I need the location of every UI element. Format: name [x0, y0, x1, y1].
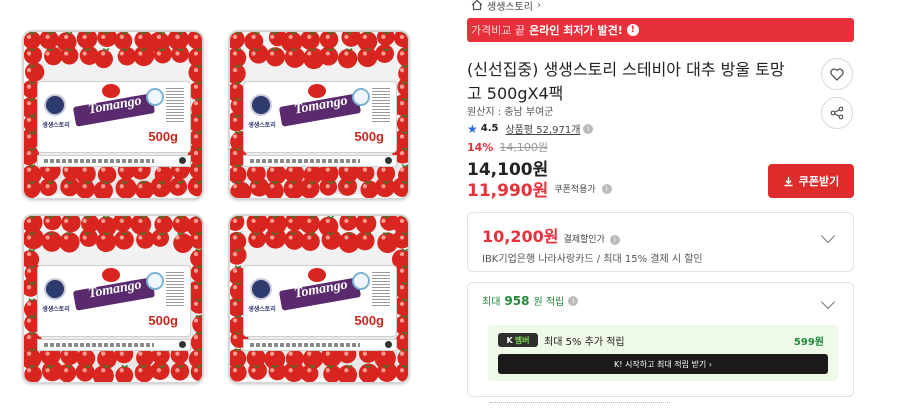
certification-badge-icon — [146, 88, 164, 106]
package-label: 생생스토리 Tomango 500g — [38, 266, 190, 336]
package-label: 생생스토리 Tomango 500g — [244, 82, 396, 152]
get-coupon-button[interactable]: 쿠폰받기 — [768, 164, 854, 198]
points-prefix: 최대 — [482, 297, 501, 308]
points-amount: 958 — [504, 293, 530, 308]
heart-icon — [830, 67, 844, 81]
nutrition-info-graphic — [166, 88, 184, 124]
info-icon[interactable]: i — [601, 183, 612, 194]
start-membership-button[interactable]: K! 시작하고 최대 적립 받기 › — [498, 354, 828, 374]
exclamation-icon: ! — [626, 24, 639, 36]
certification-badge-icon — [352, 272, 370, 290]
points-row: 최대 958 원 적립 i — [482, 293, 579, 308]
payment-discount-description: IBK기업은행 나라사랑카드 / 최대 15% 결제 시 할인 — [482, 254, 703, 265]
rating-row[interactable]: ★ 4.5 상품평 52,971개 i — [467, 121, 594, 136]
chevron-right-icon: › — [537, 0, 541, 11]
chevron-down-icon[interactable] — [820, 228, 836, 244]
membership-badge: K 멤버 — [498, 333, 538, 347]
share-icon — [830, 106, 844, 120]
share-button[interactable] — [821, 97, 853, 129]
package-weight: 500g — [354, 313, 384, 328]
discount-row: 14% 14,100원 — [467, 139, 548, 155]
tomato-icon — [102, 268, 120, 282]
info-icon[interactable]: i — [568, 295, 579, 306]
coupon-price-label: 쿠폰적용가 — [554, 185, 596, 195]
original-price: 14,100원 — [499, 141, 548, 154]
brand-emblem-icon — [250, 278, 272, 300]
breadcrumb[interactable]: 생생스토리 › — [471, 0, 541, 14]
tomato-pack: 생생스토리 Tomango 500g — [22, 30, 204, 200]
tomato-icon — [308, 84, 326, 98]
banner-prefix: 가격비교 끝 — [471, 24, 526, 37]
certification-badge-icon — [146, 272, 164, 290]
package-strip — [244, 340, 396, 350]
package-label: 생생스토리 Tomango 500g — [38, 82, 190, 152]
package-strip — [38, 156, 190, 166]
nutrition-info-graphic — [166, 272, 184, 308]
rating-score: 4.5 — [480, 123, 499, 134]
chevron-down-icon[interactable] — [820, 294, 836, 310]
membership-badge-k: K — [506, 335, 513, 345]
coupon-price: 11,990원 — [467, 181, 549, 201]
tomato-pack: 생생스토리 Tomango 500g — [22, 214, 204, 384]
tomato-icon — [102, 84, 120, 98]
points-suffix: 원 적립 — [533, 297, 565, 308]
package-brand: 생생스토리 — [42, 123, 70, 129]
info-icon[interactable]: i — [583, 123, 594, 134]
payment-discount-label: 결제할인가 — [563, 235, 605, 245]
brand-emblem-icon — [250, 94, 272, 116]
payment-discount-price: 10,200원 — [482, 227, 559, 246]
tomato-pack: 생생스토리 Tomango 500g — [228, 30, 410, 200]
membership-text: 최대 5% 추가 적립 — [544, 337, 625, 348]
info-icon[interactable]: i — [609, 235, 620, 245]
tomato-icon — [308, 268, 326, 282]
lowest-price-banner[interactable]: 가격비교 끝 온라인 최저가 발견! ! — [467, 18, 854, 42]
product-title: (신선집중) 생생스토리 스테비아 대추 방울 토망고 500gX4팩 — [467, 60, 785, 103]
payment-discount-row: 10,200원 결제할인가 i — [482, 223, 620, 247]
brand-emblem-icon — [44, 278, 66, 300]
package-strip — [38, 340, 190, 350]
divider — [490, 402, 670, 408]
package-brand: 생생스토리 — [42, 307, 70, 313]
certification-badge-icon — [352, 88, 370, 106]
package-strip — [244, 156, 396, 166]
package-weight: 500g — [148, 313, 178, 328]
banner-highlight: 온라인 최저가 발견! — [529, 24, 623, 37]
origin-info: 원산지 : 충남 부여군 — [467, 107, 554, 118]
membership-amount: 599원 — [793, 337, 824, 348]
get-coupon-label: 쿠폰받기 — [798, 175, 840, 188]
product-image[interactable]: 생생스토리 Tomango 500g 생생스토리 Tomango 500g 생생… — [22, 30, 412, 386]
points-card[interactable]: 최대 958 원 적립 i K 멤버 최대 5% 추가 적립 599원 K! 시… — [467, 282, 854, 397]
membership-box: K 멤버 최대 5% 추가 적립 599원 K! 시작하고 최대 적립 받기 › — [488, 325, 838, 381]
package-weight: 500g — [148, 129, 178, 144]
wishlist-button[interactable] — [821, 58, 853, 90]
package-weight: 500g — [354, 129, 384, 144]
download-icon — [784, 176, 793, 186]
membership-badge-label: 멤버 — [514, 335, 530, 345]
review-count-link[interactable]: 상품평 52,971개 — [505, 121, 580, 136]
coupon-price-row: 11,990원 쿠폰적용가 i — [467, 176, 612, 201]
brand-emblem-icon — [44, 94, 66, 116]
package-brand: 생생스토리 — [248, 123, 276, 129]
breadcrumb-category[interactable]: 생생스토리 — [487, 0, 533, 13]
tomato-pack: 생생스토리 Tomango 500g — [228, 214, 410, 384]
star-icon: ★ — [467, 121, 478, 136]
package-brand: 생생스토리 — [248, 307, 276, 313]
package-label: 생생스토리 Tomango 500g — [244, 266, 396, 336]
nutrition-info-graphic — [372, 88, 390, 124]
nutrition-info-graphic — [372, 272, 390, 308]
home-icon[interactable] — [471, 0, 483, 11]
discount-percent: 14% — [467, 141, 494, 154]
payment-discount-card[interactable]: 10,200원 결제할인가 i IBK기업은행 나라사랑카드 / 최대 15% … — [467, 212, 854, 272]
